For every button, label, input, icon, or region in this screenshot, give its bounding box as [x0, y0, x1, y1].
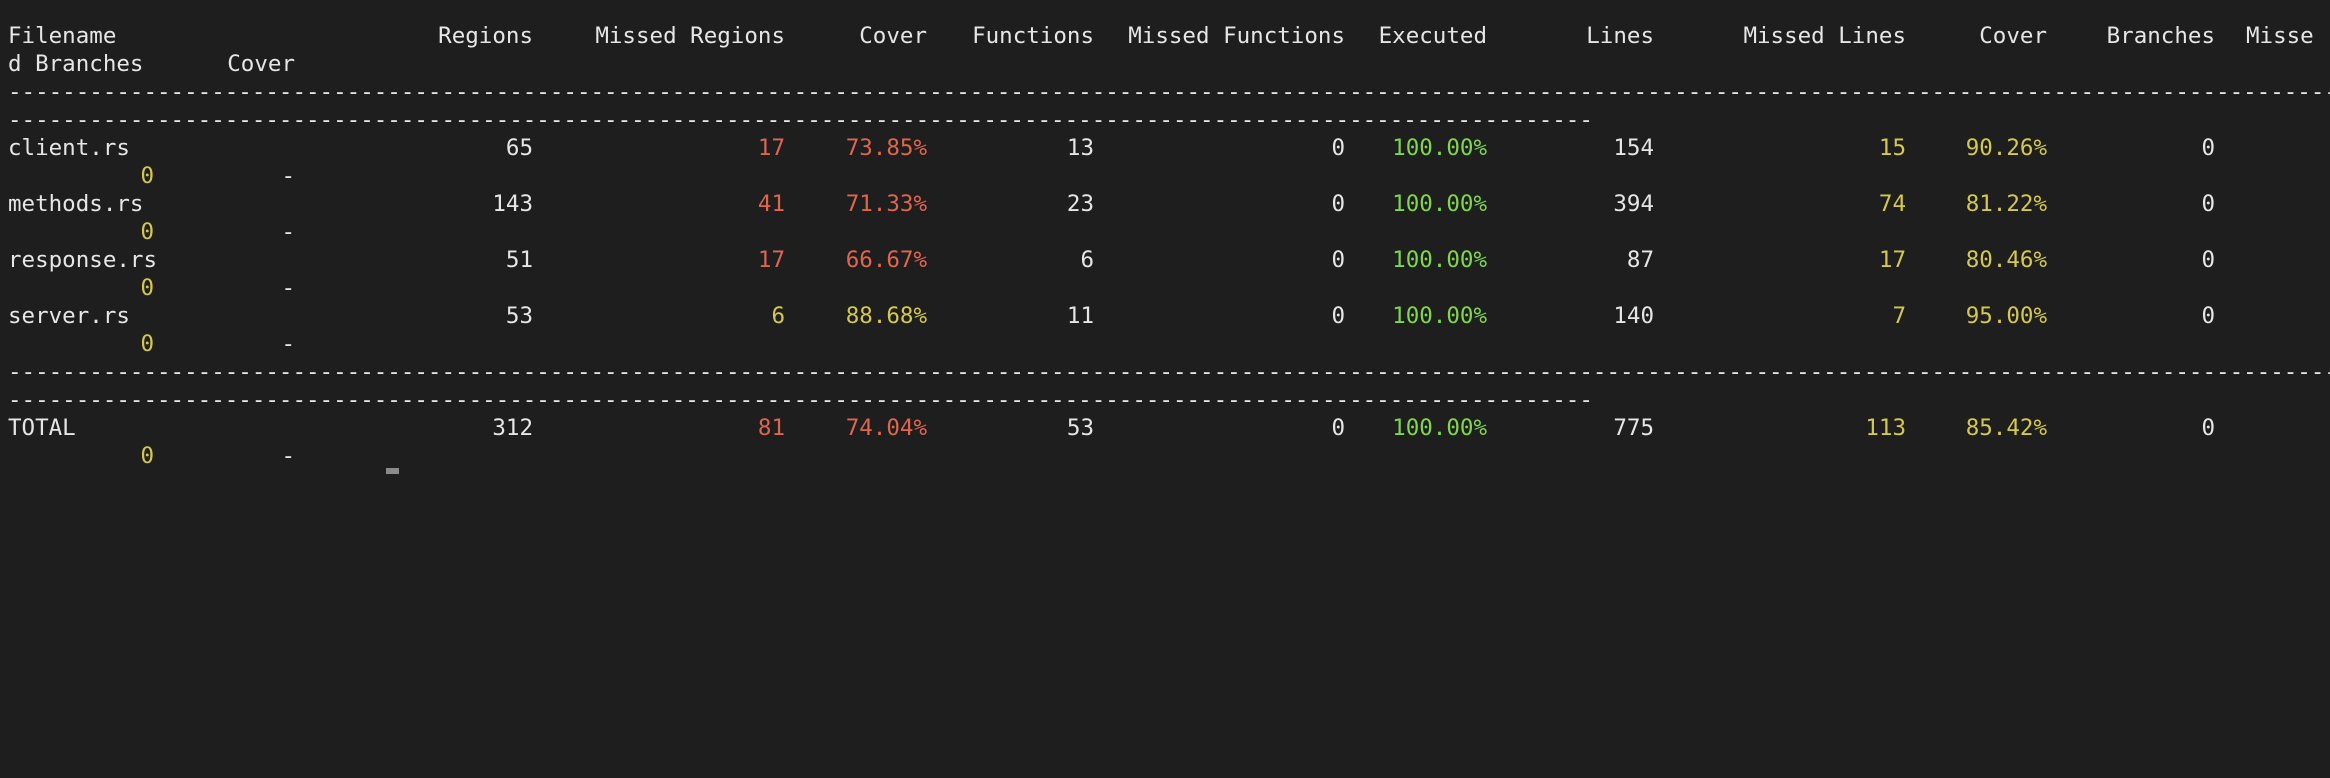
cell-branches: 0 [2201, 303, 2215, 329]
cell-branches: 0 [2201, 135, 2215, 161]
table-row: methods.rs 143 41 71.33% 23 0 100.00% 39… [8, 190, 2330, 218]
total-executed: 100.00% [1392, 415, 1487, 441]
cell-lines: 154 [1613, 135, 1654, 161]
cell-missed-lines: 15 [1878, 135, 1906, 161]
cell-missed-regions: 17 [757, 247, 785, 273]
total-regions: 312 [492, 415, 533, 441]
cell-functions: 23 [1066, 191, 1094, 217]
header-executed: Executed [1378, 23, 1487, 49]
cell-cover-lines: 90.26% [1965, 135, 2047, 161]
cell-missed-branches: 0 [140, 219, 154, 245]
table-header-wrap: d Branches Cover [8, 50, 2330, 78]
cell-cover-lines: 81.22% [1965, 191, 2047, 217]
total-row: TOTAL 312 81 74.04% 53 0 100.00% 775 113… [8, 414, 2330, 442]
total-functions: 53 [1066, 415, 1094, 441]
cell-regions: 65 [505, 135, 533, 161]
separator-line-wrap: ----------------------------------------… [8, 387, 1592, 413]
total-label: TOTAL [8, 415, 76, 441]
cell-functions: 11 [1066, 303, 1094, 329]
cell-cover-regions: 73.85% [845, 135, 927, 161]
cell-cover-regions: 71.33% [845, 191, 927, 217]
cell-regions: 143 [492, 191, 533, 217]
cell-executed: 100.00% [1392, 191, 1487, 217]
separator-line-wrap: ----------------------------------------… [8, 107, 1592, 133]
cell-cover-branches: - [281, 219, 295, 245]
cell-filename: response.rs [8, 247, 158, 273]
table-row-wrap: 0 - [8, 218, 2330, 246]
total-cover-branches: - [281, 443, 295, 469]
header-regions: Regions [438, 23, 533, 49]
cell-missed-branches: 0 [140, 163, 154, 189]
header-filename: Filename [8, 23, 117, 49]
separator-line: ----------------------------------------… [8, 359, 2330, 385]
header-branches: Branches [2106, 23, 2215, 49]
total-branches: 0 [2201, 415, 2215, 441]
cell-lines: 394 [1613, 191, 1654, 217]
total-missed-regions: 81 [757, 415, 785, 441]
cell-missed-regions: 17 [757, 135, 785, 161]
total-lines: 775 [1613, 415, 1654, 441]
cell-cover-lines: 95.00% [1965, 303, 2047, 329]
cell-cover-branches: - [281, 275, 295, 301]
header-cover-lines: Cover [1979, 23, 2047, 49]
cell-filename: methods.rs [8, 191, 144, 217]
cell-lines: 87 [1626, 247, 1654, 273]
cell-lines: 140 [1613, 303, 1654, 329]
cell-cover-regions: 66.67% [845, 247, 927, 273]
header-functions: Functions [972, 23, 1094, 49]
header-missed-regions: Missed Regions [595, 23, 785, 49]
cell-executed: 100.00% [1392, 247, 1487, 273]
total-cover-regions: 74.04% [845, 415, 927, 441]
terminal-cursor [386, 468, 399, 474]
table-row: server.rs 53 6 88.68% 11 0 100.00% 140 7… [8, 302, 2330, 330]
table-row: response.rs 51 17 66.67% 6 0 100.00% 87 … [8, 246, 2330, 274]
total-missed-functions: 0 [1331, 415, 1345, 441]
table-row: client.rs 65 17 73.85% 13 0 100.00% 154 … [8, 134, 2330, 162]
header-missed-branches-part2: d Branches [8, 51, 144, 77]
cell-filename: client.rs [8, 135, 130, 161]
cell-functions: 6 [1080, 247, 1094, 273]
cell-missed-branches: 0 [140, 331, 154, 357]
table-row-wrap: 0 - [8, 274, 2330, 302]
cell-missed-branches: 0 [140, 275, 154, 301]
table-header: Filename Regions Missed Regions Cover Fu… [8, 22, 2330, 50]
cell-missed-functions: 0 [1331, 303, 1345, 329]
cell-missed-lines: 17 [1878, 247, 1906, 273]
cell-regions: 51 [505, 247, 533, 273]
cell-executed: 100.00% [1392, 135, 1487, 161]
cell-branches: 0 [2201, 191, 2215, 217]
cell-filename: server.rs [8, 303, 130, 329]
cell-missed-regions: 6 [771, 303, 785, 329]
cell-missed-lines: 74 [1878, 191, 1906, 217]
header-cover-regions: Cover [859, 23, 927, 49]
cell-missed-functions: 0 [1331, 247, 1345, 273]
total-cover-lines: 85.42% [1965, 415, 2047, 441]
header-lines: Lines [1586, 23, 1654, 49]
table-row-wrap: 0 - [8, 162, 2330, 190]
header-missed-lines: Missed Lines [1743, 23, 1906, 49]
cell-missed-regions: 41 [757, 191, 785, 217]
cell-cover-regions: 88.68% [845, 303, 927, 329]
cell-missed-functions: 0 [1331, 135, 1345, 161]
terminal-window[interactable]: Filename Regions Missed Regions Cover Fu… [0, 0, 2330, 474]
cell-cover-branches: - [281, 331, 295, 357]
cell-functions: 13 [1066, 135, 1094, 161]
header-missed-functions: Missed Functions [1128, 23, 1345, 49]
cell-executed: 100.00% [1392, 303, 1487, 329]
header-cover-branches: Cover [227, 51, 295, 77]
header-missed-branches-part1: Misse [2246, 23, 2314, 49]
total-missed-branches: 0 [140, 443, 154, 469]
table-row-wrap: 0 - [8, 330, 2330, 358]
total-row-wrap: 0 - [8, 442, 2330, 470]
cell-cover-lines: 80.46% [1965, 247, 2047, 273]
cell-missed-functions: 0 [1331, 191, 1345, 217]
cell-regions: 53 [505, 303, 533, 329]
cell-missed-lines: 7 [1892, 303, 1906, 329]
cell-cover-branches: - [281, 163, 295, 189]
separator-line: ----------------------------------------… [8, 79, 2330, 105]
cell-branches: 0 [2201, 247, 2215, 273]
total-missed-lines: 113 [1865, 415, 1906, 441]
